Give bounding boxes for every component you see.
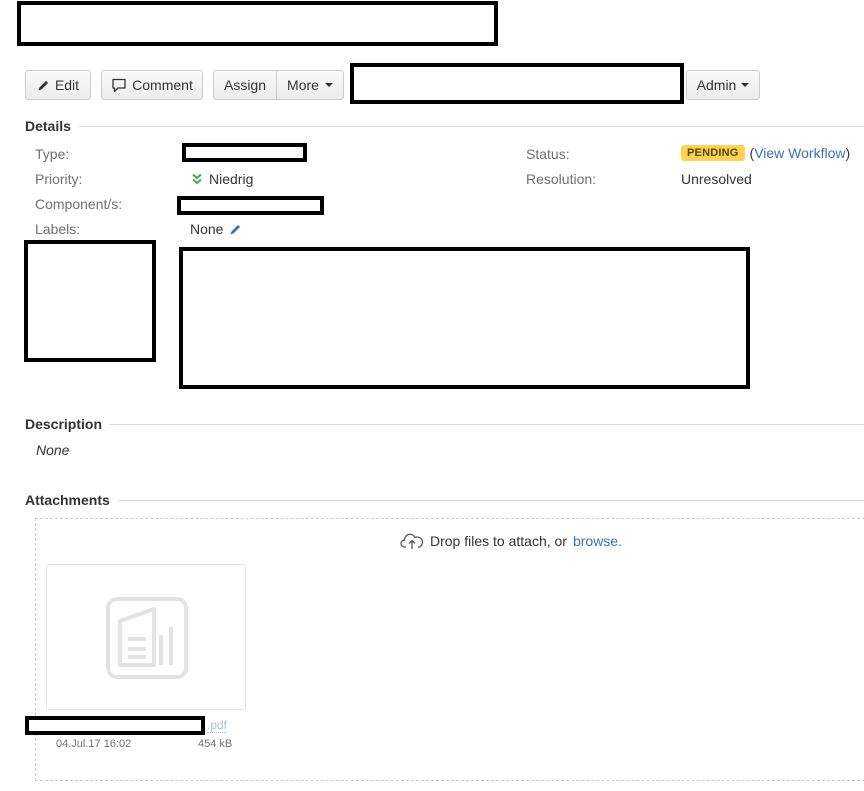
resolution-value: Unresolved (681, 171, 752, 187)
redacted-custom-field-label (24, 240, 156, 362)
view-workflow-wrapper: (View Workflow) (750, 145, 851, 161)
divider (78, 125, 864, 127)
priority-text: Niedrig (209, 171, 254, 187)
redacted-custom-field-value (179, 247, 750, 389)
document-icon (106, 597, 188, 679)
labels-text: None (190, 221, 224, 237)
edit-button[interactable]: Edit (25, 70, 91, 100)
speech-bubble-icon (111, 78, 127, 93)
attachment-size: 454 kB (198, 738, 233, 750)
status-label: Status: (526, 146, 570, 162)
description-header: Description (25, 415, 864, 433)
view-workflow-link[interactable]: View Workflow (754, 145, 845, 161)
double-chevron-down-icon (191, 173, 203, 185)
attachment-file-extension[interactable]: .pdf (207, 719, 228, 733)
comment-button[interactable]: Comment (101, 70, 203, 100)
paren-close: ) (845, 145, 851, 161)
description-value: None (36, 442, 70, 458)
more-label: More (287, 77, 319, 93)
details-title: Details (25, 118, 71, 134)
admin-button[interactable]: Admin (686, 70, 760, 100)
priority-value: Niedrig (191, 171, 253, 187)
browse-link[interactable]: browse. (573, 533, 622, 549)
drop-prompt: Drop files to attach, or browse. (400, 532, 622, 550)
labels-label: Labels: (35, 221, 81, 237)
attachments-header: Attachments (25, 491, 864, 509)
divider (110, 423, 864, 425)
priority-label: Priority: (35, 171, 83, 187)
divider (117, 499, 864, 501)
redacted-components-value (177, 196, 324, 215)
type-label: Type: (35, 146, 70, 162)
redacted-attachment-name (25, 716, 205, 735)
pencil-icon[interactable] (229, 223, 242, 236)
resolution-label: Resolution: (526, 171, 597, 187)
assign-label: Assign (223, 77, 267, 93)
chevron-down-icon (741, 83, 750, 87)
assign-button[interactable]: Assign (213, 70, 277, 100)
details-header: Details (25, 117, 864, 135)
redacted-issue-title (17, 1, 498, 46)
labels-value[interactable]: None (190, 221, 242, 237)
status-value: PENDING (View Workflow) (681, 145, 850, 161)
pencil-icon (37, 79, 50, 92)
attachments-title: Attachments (25, 492, 110, 508)
edit-label: Edit (54, 77, 80, 93)
assign-more-group: Assign More (213, 70, 344, 100)
comment-label: Comment (132, 77, 193, 93)
attachment-thumbnail[interactable] (46, 564, 246, 710)
more-button[interactable]: More (277, 70, 344, 100)
attachment-date: 04.Jul.17 16:02 (56, 738, 132, 750)
redacted-type-value (182, 143, 307, 162)
cloud-upload-icon (400, 532, 424, 550)
chevron-down-icon (324, 83, 333, 87)
admin-label: Admin (696, 77, 737, 93)
status-badge: PENDING (681, 145, 745, 161)
drop-text: Drop files to attach, or (430, 533, 567, 549)
redacted-workflow-buttons (350, 63, 684, 104)
components-label: Component/s: (35, 196, 123, 212)
description-title: Description (25, 416, 103, 432)
